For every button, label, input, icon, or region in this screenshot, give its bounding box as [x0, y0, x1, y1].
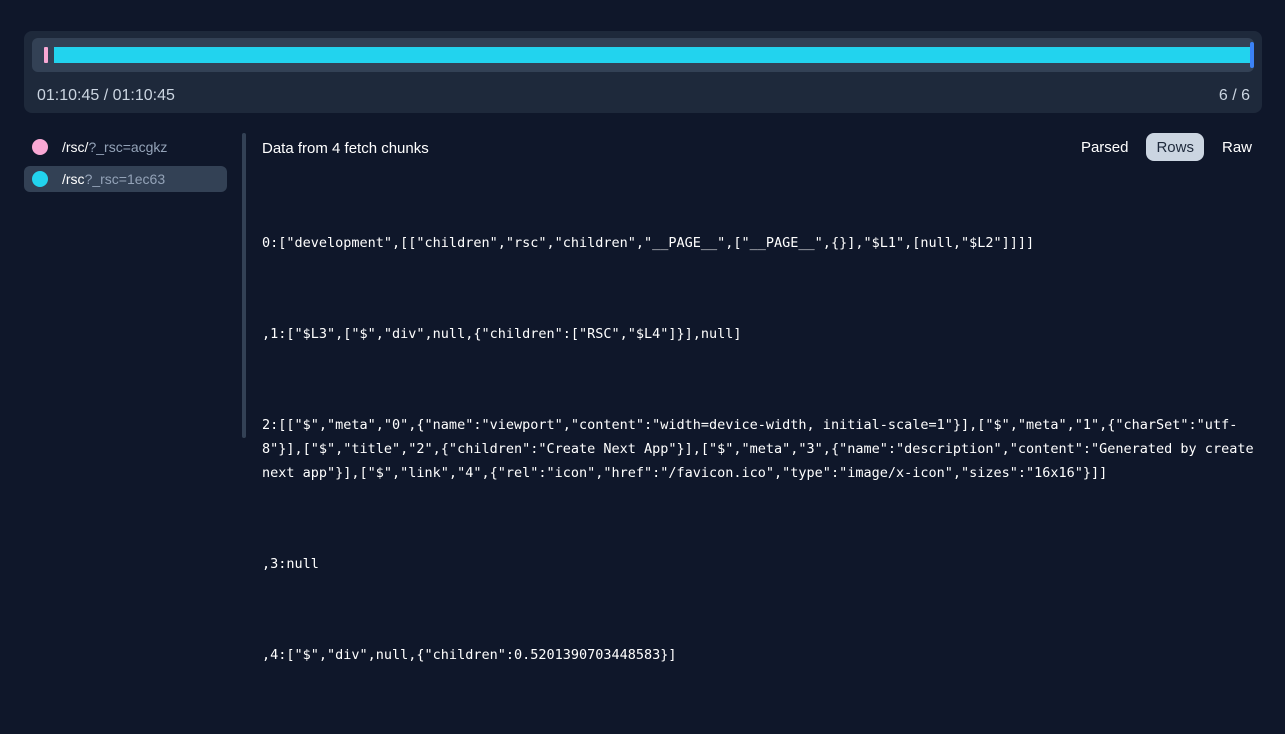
timeline-chunk-marker: [44, 47, 48, 63]
playback-time: 01:10:45 / 01:10:45: [37, 87, 175, 104]
timeline-progress-bar: [54, 47, 1250, 63]
request-item-1ec63[interactable]: /rsc ?_rsc=1ec63: [24, 166, 227, 192]
timeline-scrubber-handle[interactable]: [1250, 42, 1254, 68]
request-color-dot: [32, 139, 48, 155]
tab-parsed[interactable]: Parsed: [1071, 133, 1139, 161]
request-color-dot: [32, 171, 48, 187]
tab-rows[interactable]: Rows: [1146, 133, 1204, 161]
rsc-row: ,4:["$","div",null,{"children":0.5201390…: [262, 647, 677, 663]
request-query: ?_rsc=1ec63: [84, 171, 166, 187]
rsc-row: ,3:null: [262, 556, 319, 572]
view-mode-tabs: Parsed Rows Raw: [1071, 133, 1262, 161]
request-path: /rsc/: [62, 139, 89, 155]
timeline-player: 01:10:45 / 01:10:45 6 / 6: [24, 31, 1262, 113]
rsc-row: 0:["development",[["children","rsc","chi…: [262, 235, 1035, 251]
rsc-rows: 0:["development",[["children","rsc","chi…: [262, 183, 1262, 734]
step-counter: 6 / 6: [1218, 87, 1250, 104]
rsc-row: 2:[["$","meta","0",{"name":"viewport","c…: [262, 417, 1262, 481]
panel-divider[interactable]: [242, 133, 246, 438]
request-list: /rsc/?_rsc=acgkz /rsc ?_rsc=1ec63: [24, 134, 227, 198]
request-path: /rsc: [62, 171, 85, 187]
rsc-row: ,1:["$L3",["$","div",null,{"children":["…: [262, 326, 742, 342]
request-item-acgkz[interactable]: /rsc/?_rsc=acgkz: [24, 134, 227, 160]
tab-raw[interactable]: Raw: [1212, 133, 1262, 161]
request-query: ?_rsc=acgkz: [88, 139, 168, 155]
timeline-track[interactable]: [32, 38, 1254, 72]
panel-title: Data from 4 fetch chunks: [262, 140, 429, 157]
